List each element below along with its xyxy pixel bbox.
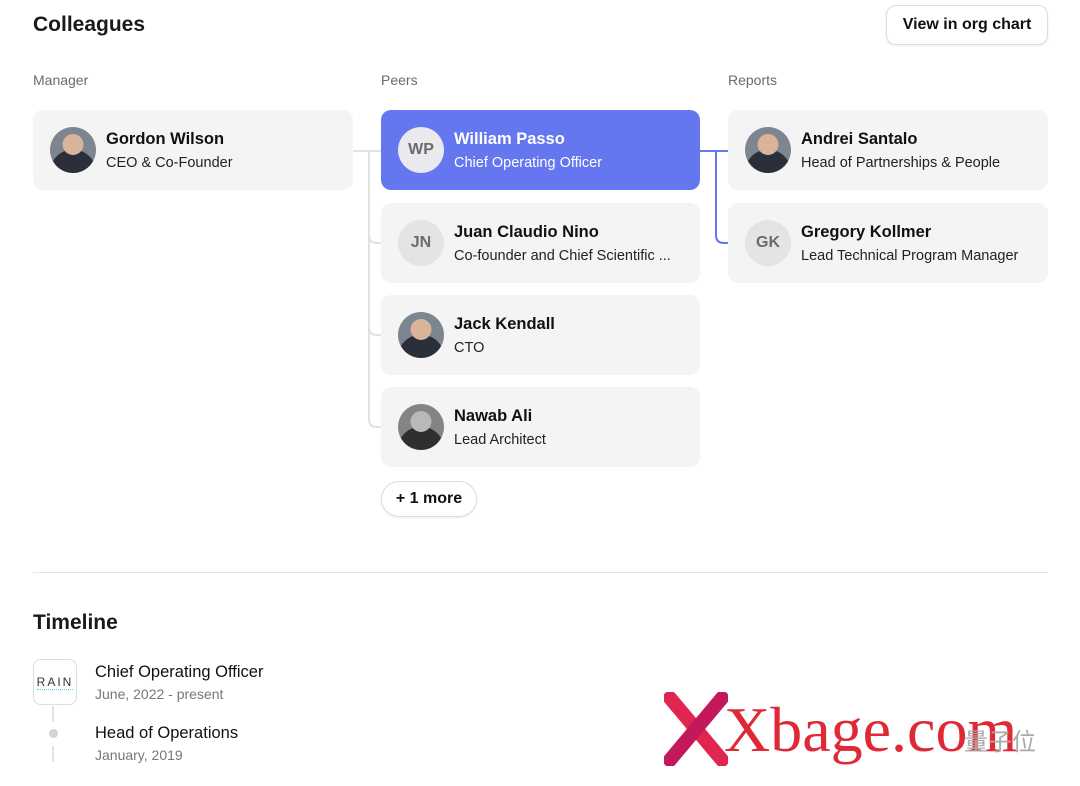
avatar: JN xyxy=(398,220,444,266)
person-name: Gregory Kollmer xyxy=(801,223,932,241)
person-title: Chief Operating Officer xyxy=(454,155,603,171)
timeline-dot xyxy=(49,729,58,738)
section-divider xyxy=(33,572,1048,573)
report-card[interactable]: Andrei Santalo Head of Partnerships & Pe… xyxy=(728,110,1048,190)
person-title: Lead Architect xyxy=(454,432,546,448)
watermark-secondary: 量子位 xyxy=(964,729,1036,756)
avatar xyxy=(398,404,444,450)
manager-card[interactable]: Gordon Wilson CEO & Co-Founder xyxy=(33,110,353,190)
timeline-dates: June, 2022 - present xyxy=(95,686,224,702)
timeline-role: Head of Operations xyxy=(95,724,239,742)
peer-card[interactable]: Nawab Ali Lead Architect xyxy=(381,387,700,467)
avatar xyxy=(745,127,791,173)
avatar: GK xyxy=(745,220,791,266)
person-name: Gordon Wilson xyxy=(106,130,225,148)
company-logo-text: RAIN xyxy=(36,674,74,690)
person-title: CTO xyxy=(454,340,485,356)
report-card[interactable]: GK Gregory Kollmer Lead Technical Progra… xyxy=(728,203,1048,283)
peer-card-selected[interactable]: WP William Passo Chief Operating Officer xyxy=(381,110,700,190)
avatar xyxy=(398,312,444,358)
person-title: CEO & Co-Founder xyxy=(106,155,233,171)
watermark-logo: Xbage.com 量子位 xyxy=(664,692,1064,782)
timeline-role: Chief Operating Officer xyxy=(95,663,264,681)
more-peers-button[interactable]: + 1 more xyxy=(381,481,477,517)
timeline-title: Timeline xyxy=(33,611,118,634)
peer-card[interactable]: JN Juan Claudio Nino Co-founder and Chie… xyxy=(381,203,700,283)
person-title: Lead Technical Program Manager xyxy=(801,248,1019,264)
timeline-line xyxy=(52,706,54,722)
avatar: WP xyxy=(398,127,444,173)
person-name: Juan Claudio Nino xyxy=(454,223,599,241)
timeline-line xyxy=(52,746,54,762)
person-name: William Passo xyxy=(454,130,565,148)
peer-card[interactable]: Jack Kendall CTO xyxy=(381,295,700,375)
x-logo-icon xyxy=(664,692,728,766)
timeline-dates: January, 2019 xyxy=(95,747,183,763)
person-name: Jack Kendall xyxy=(454,315,555,333)
person-name: Nawab Ali xyxy=(454,407,533,425)
person-title: Co-founder and Chief Scientific ... xyxy=(454,248,671,264)
avatar xyxy=(50,127,96,173)
person-name: Andrei Santalo xyxy=(801,130,918,148)
person-title: Head of Partnerships & People xyxy=(801,155,1001,171)
company-logo: RAIN xyxy=(33,659,77,705)
